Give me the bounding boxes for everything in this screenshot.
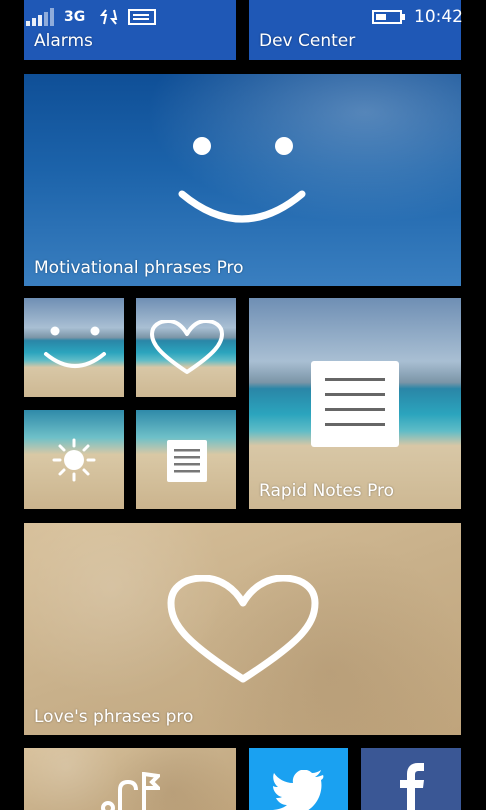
network-type: 3G (64, 9, 86, 25)
tile-motivational-small[interactable] (24, 298, 124, 397)
heart-icon (167, 575, 319, 685)
tile-twitter[interactable] (249, 748, 348, 810)
message-icon (128, 9, 156, 25)
tile-loves-small[interactable] (136, 298, 236, 397)
notes-icon (167, 440, 207, 482)
smile-icon (174, 132, 310, 228)
heart-icon (150, 320, 224, 376)
sun-icon (52, 438, 96, 482)
tile-label: Motivational phrases Pro (34, 258, 244, 278)
tile-flag-app[interactable] (24, 748, 236, 810)
tile-brightness[interactable] (24, 410, 124, 509)
tile-rapid-notes[interactable]: Rapid Notes Pro (249, 298, 461, 509)
tile-rapid-notes-small[interactable] (136, 410, 236, 509)
tile-loves-phrases[interactable]: Love's phrases pro (24, 523, 461, 735)
tile-motivational-phrases[interactable]: Motivational phrases Pro (24, 74, 461, 286)
tile-label: Alarms (34, 31, 93, 51)
flag-icon (100, 772, 160, 810)
twitter-bird-icon (273, 770, 325, 810)
tile-label: Rapid Notes Pro (259, 481, 395, 501)
tile-facebook[interactable] (361, 748, 461, 810)
notes-icon (311, 361, 399, 447)
data-transfer-icon (100, 8, 120, 26)
clock: 10:42 (414, 7, 463, 27)
smile-icon (42, 324, 108, 370)
signal-strength-icon (26, 8, 56, 26)
battery-icon (372, 10, 406, 24)
status-bar: 3G 10:42 (0, 0, 486, 34)
tile-label: Love's phrases pro (34, 707, 194, 727)
tile-label: Dev Center (259, 31, 356, 51)
facebook-f-icon (399, 762, 425, 810)
